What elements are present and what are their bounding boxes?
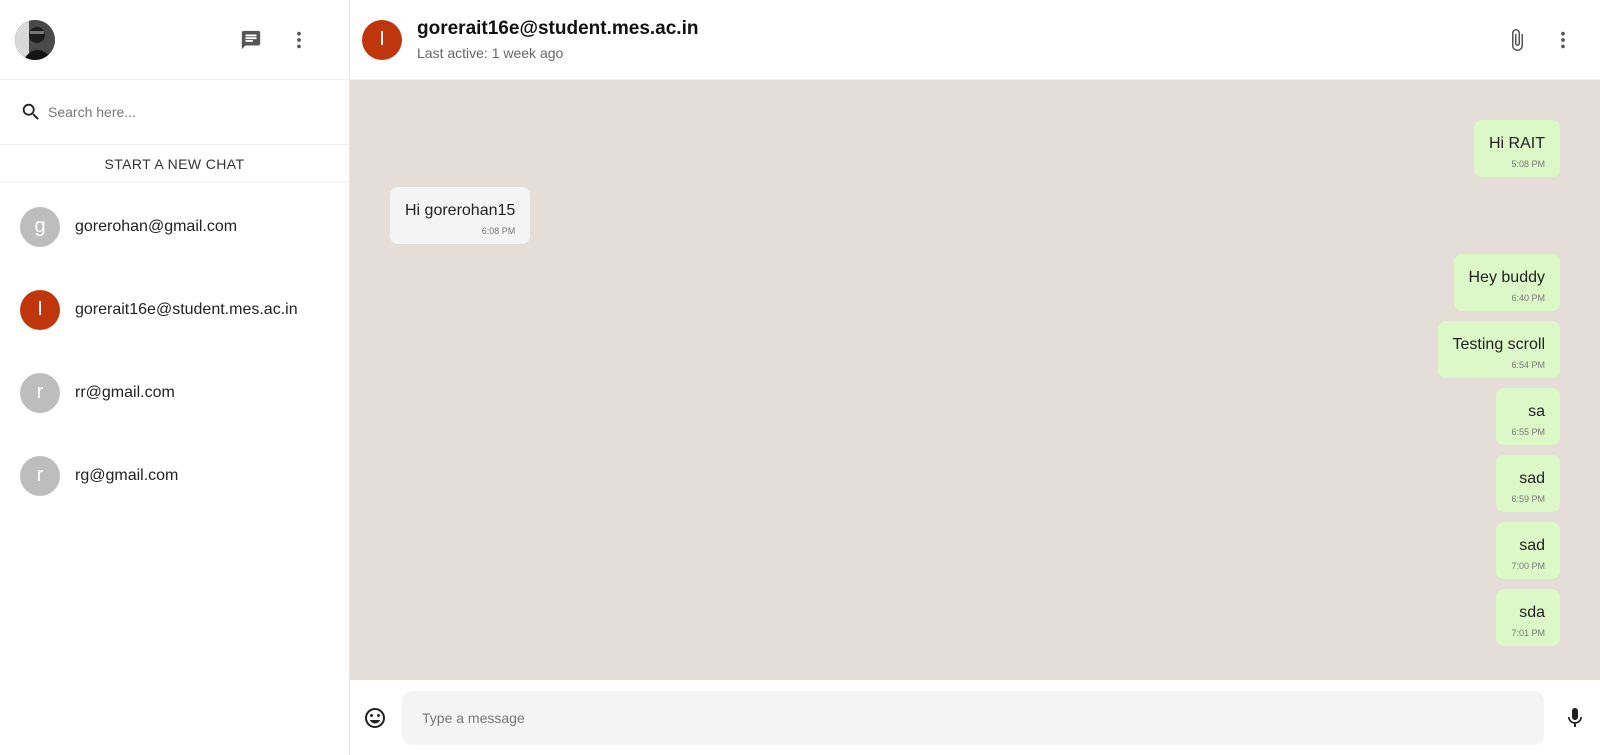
attach-icon [1512, 28, 1523, 51]
chat-menu-button[interactable] [1550, 27, 1576, 53]
message-time: 5:08 PM [1511, 159, 1545, 169]
contact-avatar: I [20, 289, 60, 330]
message-time: 6:55 PM [1511, 427, 1545, 437]
message-text: Hey buddy [1468, 269, 1546, 286]
message-text: sda [1519, 604, 1545, 621]
message-text: sa [1528, 403, 1545, 420]
start-new-chat-button[interactable]: START A NEW CHAT [0, 145, 349, 183]
message-time: 6:40 PM [1511, 293, 1545, 303]
chat-header-actions [1504, 27, 1576, 53]
message-time: 6:08 PM [481, 226, 516, 236]
message-time: 6:59 PM [1511, 494, 1545, 504]
last-active-status: Last active: 1 week ago [417, 45, 564, 61]
message-list[interactable]: Hi RAIT 5:08 PM Hi gorerohan15 6:08 PM H… [350, 80, 1600, 680]
chat-panel: I gorerait16e@student.mes.ac.in Last act… [350, 0, 1600, 755]
contact-avatar: r [20, 372, 60, 413]
contact-name: gorerait16e@student.mes.ac.in [75, 300, 298, 318]
message-bubble: sad 7:00 PM [1496, 522, 1560, 579]
chat-app: START A NEW CHAT g gorerohan@gmail.com I… [0, 0, 1600, 755]
mic-icon [1568, 707, 1582, 727]
chat-list-item[interactable]: r rg@gmail.com [0, 434, 349, 517]
sidebar-header [0, 0, 349, 80]
message-time: 7:00 PM [1511, 561, 1545, 571]
message-bubble: sda 7:01 PM [1496, 589, 1560, 646]
emoji-button[interactable] [362, 705, 388, 731]
user-photo-icon [15, 19, 55, 60]
chat-list: g gorerohan@gmail.com I gorerait16e@stud… [0, 183, 349, 517]
more-vert-icon [297, 31, 301, 48]
sidebar-menu-button[interactable] [286, 27, 312, 53]
search-icon [22, 103, 39, 120]
message-composer [350, 680, 1600, 755]
contact-name: rg@gmail.com [75, 466, 179, 484]
message-bubble: sa 6:55 PM [1496, 388, 1560, 445]
message-text: sad [1519, 470, 1545, 487]
message-bubble: sad 6:59 PM [1496, 455, 1560, 512]
message-row-received: Hi gorerohan15 6:08 PM [390, 187, 1560, 244]
message-row-sent: sad 7:00 PM [390, 522, 1560, 579]
contact-name: rr@gmail.com [75, 383, 175, 401]
contact-avatar: r [20, 455, 60, 496]
message-row-sent: sad 6:59 PM [390, 455, 1560, 512]
user-avatar[interactable] [15, 19, 55, 60]
chat-list-item[interactable]: g gorerohan@gmail.com [0, 185, 349, 268]
message-bubble: Hi gorerohan15 6:08 PM [390, 187, 531, 244]
message-row-sent: Testing scroll 6:54 PM [390, 321, 1560, 378]
search-input[interactable] [48, 104, 328, 120]
search-bar [0, 80, 349, 145]
sidebar: START A NEW CHAT g gorerohan@gmail.com I… [0, 0, 350, 755]
message-row-sent: Hi RAIT 5:08 PM [390, 120, 1560, 177]
message-time: 7:01 PM [1511, 628, 1545, 638]
message-row-sent: sa 6:55 PM [390, 388, 1560, 445]
message-row-sent: sda 7:01 PM [390, 589, 1560, 646]
message-bubble: Hi RAIT 5:08 PM [1474, 120, 1560, 177]
voice-message-button[interactable] [1562, 705, 1588, 731]
message-bubble: Hey buddy 6:40 PM [1453, 254, 1560, 311]
contact-name: gorerohan@gmail.com [75, 217, 238, 235]
recipient-avatar[interactable]: I [362, 19, 402, 60]
contact-avatar: g [20, 206, 60, 247]
chat-list-item[interactable]: r rr@gmail.com [0, 351, 349, 434]
message-text: Testing scroll [1452, 336, 1545, 353]
recipient-name: gorerait16e@student.mes.ac.in [417, 18, 699, 39]
message-row-sent: Hey buddy 6:40 PM [390, 254, 1560, 311]
message-text: Hi RAIT [1489, 135, 1545, 152]
message-bubble: Testing scroll 6:54 PM [1437, 321, 1560, 378]
message-input[interactable] [402, 690, 1544, 745]
attach-button[interactable] [1504, 27, 1530, 53]
chat-list-item-active[interactable]: I gorerait16e@student.mes.ac.in [0, 268, 349, 351]
message-text: sad [1519, 537, 1545, 554]
sidebar-header-actions [238, 27, 312, 53]
more-vert-icon [1561, 31, 1565, 48]
chat-icon [241, 30, 261, 49]
emoji-icon [365, 707, 385, 728]
chat-header: I gorerait16e@student.mes.ac.in Last act… [350, 0, 1600, 80]
new-message-button[interactable] [238, 27, 264, 53]
recipient-info: gorerait16e@student.mes.ac.in Last activ… [417, 18, 1504, 61]
message-time: 6:54 PM [1511, 360, 1545, 370]
message-text: Hi gorerohan15 [405, 202, 516, 219]
